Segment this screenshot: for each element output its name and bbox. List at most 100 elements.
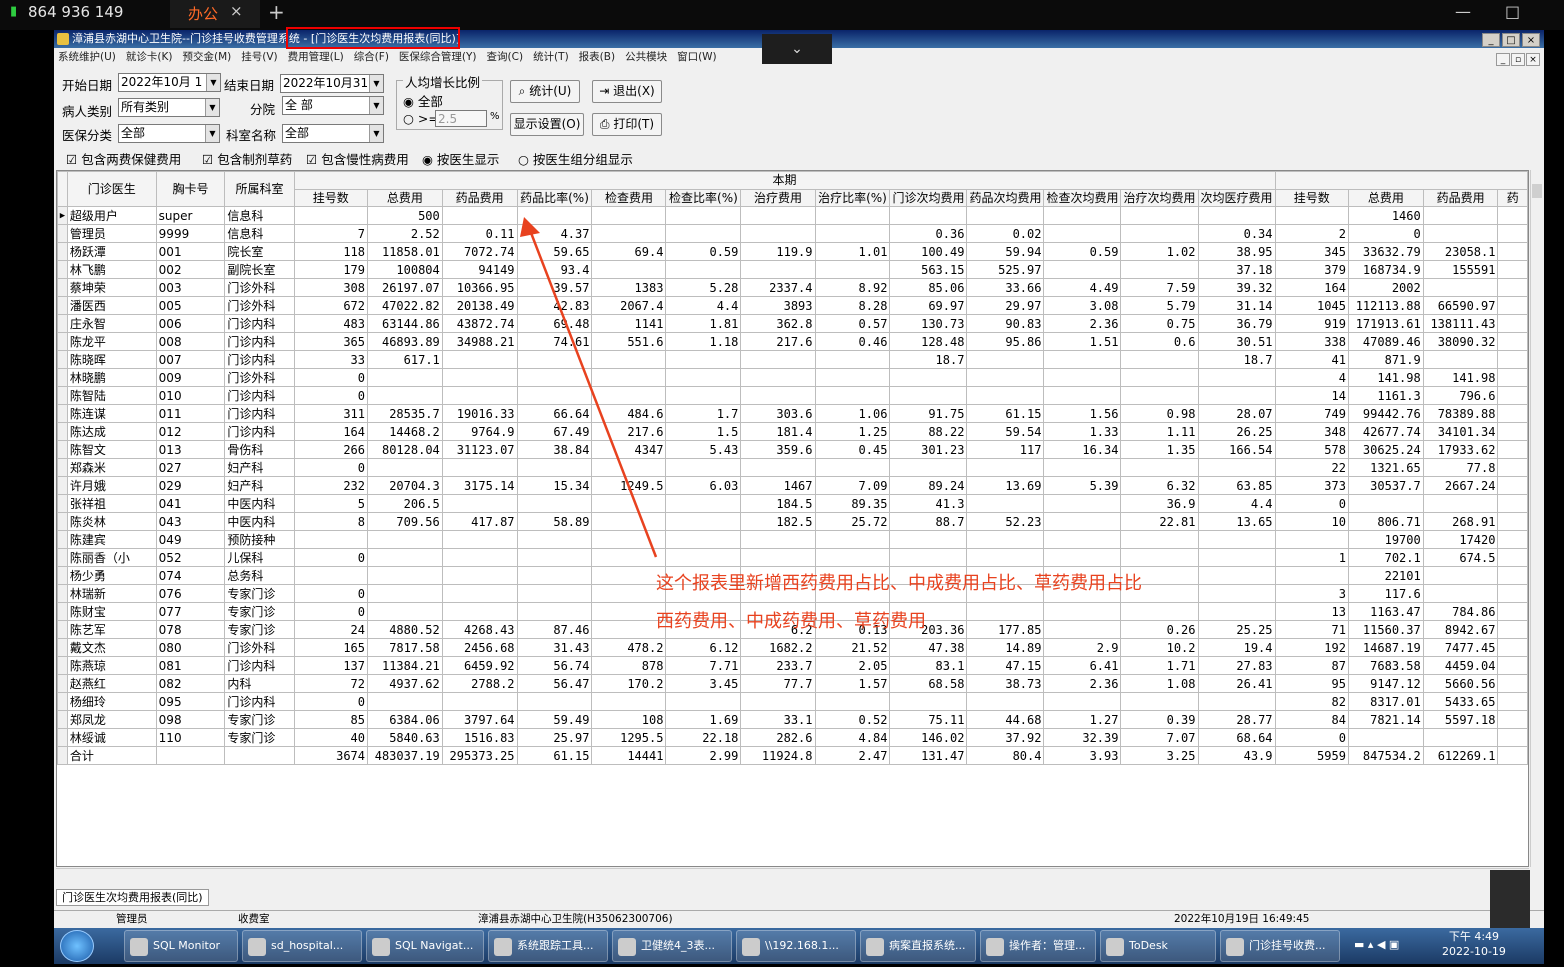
- table-cell[interactable]: 5: [293, 494, 369, 514]
- radio-by-doctor[interactable]: ◉ 按医生显示: [422, 149, 499, 168]
- table-cell[interactable]: 99442.76: [1347, 404, 1424, 424]
- table-cell[interactable]: 080: [155, 638, 226, 658]
- table-cell[interactable]: 13.65: [1197, 512, 1276, 532]
- new-tab-button[interactable]: +: [268, 0, 285, 24]
- growth-all-radio[interactable]: ◉ 全部: [403, 91, 443, 110]
- table-cell[interactable]: 34101.34: [1422, 422, 1499, 442]
- table-cell[interactable]: 1.71: [1120, 656, 1199, 676]
- table-cell[interactable]: 0.34: [1197, 224, 1276, 244]
- table-cell[interactable]: 5597.18: [1422, 710, 1499, 730]
- table-row[interactable]: 杨细玲 095 门诊内科 0 82 8317.01 5433.65: [57, 692, 1528, 712]
- table-cell[interactable]: 563.15: [889, 260, 968, 280]
- row-indicator[interactable]: [57, 728, 68, 748]
- branch-select[interactable]: 全 部 ▼: [282, 96, 384, 115]
- table-cell[interactable]: 1163.47: [1347, 602, 1424, 622]
- table-cell[interactable]: 0: [293, 368, 369, 388]
- table-cell[interactable]: [1197, 548, 1276, 568]
- table-cell[interactable]: [367, 530, 443, 550]
- table-cell[interactable]: 28.07: [1197, 404, 1276, 424]
- table-cell[interactable]: [665, 224, 742, 244]
- table-cell[interactable]: 379: [1274, 260, 1349, 280]
- table-cell[interactable]: [1422, 278, 1499, 298]
- table-cell[interactable]: 007: [155, 350, 226, 370]
- table-cell[interactable]: 0.59: [1043, 242, 1122, 262]
- table-row[interactable]: 陈炎林 043 中医内科 8 709.56 417.87 58.89 182.5 25.72 88…: [57, 512, 1528, 532]
- table-cell[interactable]: 003: [155, 278, 226, 298]
- col-header[interactable]: 总费用: [367, 188, 443, 208]
- table-cell[interactable]: 7072.74: [441, 242, 518, 262]
- table-cell[interactable]: 43872.74: [441, 314, 518, 334]
- table-cell[interactable]: [1422, 206, 1499, 226]
- table-cell[interactable]: 陈龙平: [66, 332, 157, 352]
- table-cell[interactable]: [665, 206, 742, 226]
- table-cell[interactable]: [740, 530, 816, 550]
- col-header[interactable]: 治疗次均费用: [1120, 188, 1199, 208]
- table-cell[interactable]: 预防接种: [224, 530, 295, 550]
- table-cell[interactable]: [814, 458, 891, 478]
- table-cell[interactable]: 0.52: [814, 710, 891, 730]
- table-cell[interactable]: [665, 494, 742, 514]
- table-cell[interactable]: 483: [293, 314, 369, 334]
- table-cell[interactable]: 1467: [740, 476, 816, 496]
- table-cell[interactable]: 0.39: [1120, 710, 1199, 730]
- tray-arrow-icon[interactable]: ▴: [1368, 938, 1374, 951]
- table-cell[interactable]: [367, 548, 443, 568]
- mdi-minimize-button[interactable]: _: [1496, 53, 1510, 66]
- restore-button[interactable]: □: [1502, 33, 1520, 47]
- table-cell[interactable]: 80.4: [966, 746, 1045, 766]
- table-cell[interactable]: 28.77: [1197, 710, 1276, 730]
- table-cell[interactable]: 门诊外科: [224, 296, 295, 316]
- table-cell[interactable]: 19700: [1347, 530, 1424, 550]
- table-cell[interactable]: 3.93: [1043, 746, 1122, 766]
- table-cell[interactable]: [224, 746, 295, 766]
- table-cell[interactable]: 47.15: [966, 656, 1045, 676]
- table-cell[interactable]: 674.5: [1422, 548, 1499, 568]
- table-cell[interactable]: 078: [155, 620, 226, 640]
- table-cell[interactable]: [1043, 458, 1122, 478]
- row-indicator[interactable]: [57, 278, 68, 298]
- table-cell[interactable]: 43.9: [1197, 746, 1276, 766]
- table-cell[interactable]: 1460: [1347, 206, 1424, 226]
- table-cell[interactable]: 4880.52: [367, 620, 443, 640]
- table-cell[interactable]: 门诊外科: [224, 638, 295, 658]
- table-row[interactable]: 陈连谋 011 门诊内科 311 28535.7 19016.33 66.64 484.6 1.…: [57, 404, 1528, 424]
- table-cell[interactable]: 5660.56: [1422, 674, 1499, 694]
- table-cell[interactable]: 59.54: [966, 422, 1045, 442]
- exit-button[interactable]: ⇥ 退出(X): [592, 80, 662, 103]
- table-cell[interactable]: 骨伤科: [224, 440, 295, 460]
- table-cell[interactable]: [1422, 584, 1499, 604]
- table-cell[interactable]: [665, 350, 742, 370]
- table-cell[interactable]: [1043, 512, 1122, 532]
- table-cell[interactable]: 0: [293, 692, 369, 712]
- table-cell[interactable]: 38.73: [966, 674, 1045, 694]
- table-cell[interactable]: 2.99: [665, 746, 742, 766]
- row-indicator[interactable]: [57, 422, 68, 442]
- row-indicator[interactable]: [57, 584, 68, 604]
- table-cell[interactable]: 赵燕红: [66, 674, 157, 694]
- table-row[interactable]: 陈燕琼 081 门诊内科 137 11384.21 6459.92 56.74 878 7.71…: [57, 656, 1528, 676]
- table-cell[interactable]: [889, 548, 968, 568]
- table-cell[interactable]: 23058.1: [1422, 242, 1499, 262]
- table-cell[interactable]: 2.36: [1043, 314, 1122, 334]
- table-cell[interactable]: [665, 458, 742, 478]
- row-indicator[interactable]: [57, 296, 68, 316]
- table-cell[interactable]: 001: [155, 242, 226, 262]
- table-cell[interactable]: 7: [293, 224, 369, 244]
- table-cell[interactable]: 10.2: [1120, 638, 1199, 658]
- table-cell[interactable]: 林瑞新: [66, 584, 157, 604]
- table-cell[interactable]: 112113.88: [1347, 296, 1424, 316]
- table-cell[interactable]: 47089.46: [1347, 332, 1424, 352]
- table-cell[interactable]: 39.32: [1197, 278, 1276, 298]
- table-cell[interactable]: 1.02: [1120, 242, 1199, 262]
- table-row[interactable]: 许月娥 029 妇产科 232 20704.3 3175.14 15.34 1249.5 6.0…: [57, 476, 1528, 496]
- table-cell[interactable]: 91.75: [889, 404, 968, 424]
- table-cell[interactable]: 268.91: [1422, 512, 1499, 532]
- table-cell[interactable]: 612269.1: [1422, 746, 1499, 766]
- start-date-picker[interactable]: 2022年10月 1 ▼: [118, 73, 221, 92]
- table-cell[interactable]: 88.7: [889, 512, 968, 532]
- growth-ge-radio[interactable]: ○ >=: [403, 111, 439, 126]
- table-cell[interactable]: [740, 224, 816, 244]
- table-cell[interactable]: [1043, 350, 1122, 370]
- table-cell[interactable]: [1347, 494, 1424, 514]
- table-cell[interactable]: 232: [293, 476, 369, 496]
